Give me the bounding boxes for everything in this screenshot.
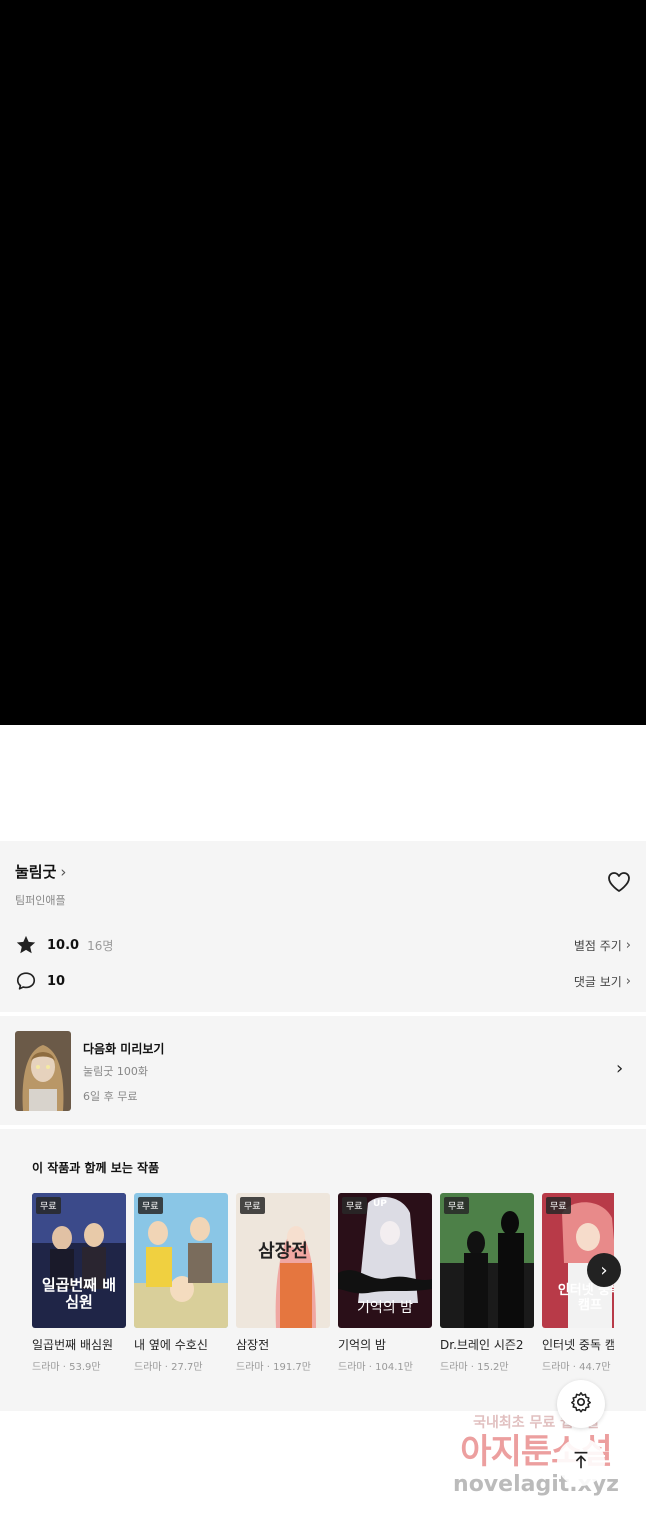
recommendation-cover: 무료 (134, 1193, 228, 1328)
scroll-to-top-button[interactable] (557, 1438, 605, 1486)
work-title-link[interactable]: 눌림굿 › (15, 861, 66, 882)
carousel-next-button[interactable]: › (587, 1253, 621, 1287)
view-comments-button[interactable]: 댓글 보기 › (574, 973, 631, 990)
free-badge: 무료 (342, 1197, 367, 1214)
free-badge: 무료 (240, 1197, 265, 1214)
next-episode-preview[interactable]: 다음화 미리보기 눌림굿 100화 6일 후 무료 › (0, 1018, 646, 1124)
recommendation-meta: 드라마 · 15.2만 (440, 1362, 509, 1373)
next-episode-thumbnail (15, 1031, 71, 1111)
chevron-right-icon: › (60, 862, 67, 881)
rate-button-label: 별점 주기 (573, 938, 622, 953)
free-badge: 무료 (138, 1197, 163, 1214)
recommendation-cover: 무료 일곱번째 배심원 (32, 1193, 126, 1328)
up-badge: UP (373, 1199, 387, 1209)
settings-button[interactable] (557, 1380, 605, 1428)
recommendation-meta: 드라마 · 27.7만 (134, 1362, 203, 1373)
rating-row: 10.0 16명 별점 주기 › (15, 933, 631, 957)
recommendation-cover: 무료 UP 기억의 밤 (338, 1193, 432, 1328)
recommendation-meta: 드라마 · 191.7만 (236, 1362, 311, 1373)
recommendation-card[interactable]: 무료 삼장전 삼장전 드라마 · 191.7만 (236, 1193, 330, 1373)
recommendation-title: Dr.브레인 시즌2 (440, 1338, 524, 1352)
gear-icon (569, 1390, 593, 1418)
author-name: 팀퍼인애플 (15, 894, 66, 907)
divider (0, 1125, 646, 1129)
recommendation-meta: 드라마 · 44.7만 (542, 1362, 611, 1373)
recommendation-meta: 드라마 · 53.9만 (32, 1362, 101, 1373)
cover-title: 삼장전 (258, 1241, 308, 1262)
view-comments-label: 댓글 보기 (573, 974, 622, 989)
recommendation-title: 삼장전 (236, 1338, 270, 1352)
comic-viewer-area (0, 0, 646, 725)
chevron-right-icon: › (600, 1259, 608, 1281)
recommendation-title: 인터넷 중독 캠프 (542, 1338, 614, 1352)
free-badge: 무료 (444, 1197, 469, 1214)
arrow-up-icon (570, 1449, 592, 1475)
recommendation-meta: 드라마 · 104.1만 (338, 1362, 413, 1373)
free-badge: 무료 (36, 1197, 61, 1214)
recommendation-title: 일곱번째 배심원 (32, 1338, 114, 1352)
divider (0, 1012, 646, 1016)
chevron-right-icon: › (625, 973, 631, 989)
recommendation-title: 내 옆에 수호신 (134, 1338, 208, 1352)
recommendation-card[interactable]: 무료 내 옆에 수호신 드라마 · 27.7만 (134, 1193, 228, 1373)
recommendations-heading: 이 작품과 함께 보는 작품 (32, 1161, 160, 1175)
next-episode-subtitle: 눌림굿 100화 (83, 1065, 148, 1078)
recommendation-card[interactable]: 무료 Dr.브레인 시즌2 드라마 · 15.2만 (440, 1193, 534, 1373)
comment-icon (15, 970, 37, 992)
rating-count: 16명 (87, 938, 114, 953)
recommendation-title: 기억의 밤 (338, 1338, 386, 1352)
recommendation-card[interactable]: 무료 일곱번째 배심원 일곱번째 배심원 드라마 · 53.9만 (32, 1193, 126, 1373)
recommendation-cover: 무료 (440, 1193, 534, 1328)
recommendation-card[interactable]: 무료 UP 기억의 밤 기억의 밤 드라마 · 104.1만 (338, 1193, 432, 1373)
free-badge: 무료 (546, 1197, 571, 1214)
comment-count: 10 (47, 973, 66, 989)
title-block: 눌림굿 › 팀퍼인애플 (15, 861, 66, 908)
rate-button[interactable]: 별점 주기 › (574, 937, 631, 954)
chevron-right-icon: › (616, 1058, 624, 1079)
star-icon (15, 934, 37, 956)
next-episode-title: 다음화 미리보기 (83, 1042, 165, 1056)
work-title: 눌림굿 (15, 863, 57, 881)
cover-title: 인터넷 중독 캠프 (557, 1283, 614, 1313)
rating-value: 10.0 (47, 937, 80, 953)
comments-row: 10 댓글 보기 › (15, 969, 631, 993)
cover-title: 기억의 밤 (357, 1300, 413, 1316)
next-episode-free-info: 6일 후 무료 (83, 1090, 138, 1103)
work-info-panel: 눌림굿 › 팀퍼인애플 10.0 16명 별점 주기 › 10 댓글 보기 › (0, 841, 646, 1411)
cover-title: 일곱번째 배심원 (41, 1276, 117, 1311)
recommendations-carousel: 무료 일곱번째 배심원 일곱번째 배심원 드라마 · 53.9만 무료 내 옆에… (32, 1193, 614, 1383)
chevron-right-icon: › (625, 937, 631, 953)
heart-icon[interactable] (606, 870, 632, 894)
recommendation-cover: 무료 삼장전 (236, 1193, 330, 1328)
